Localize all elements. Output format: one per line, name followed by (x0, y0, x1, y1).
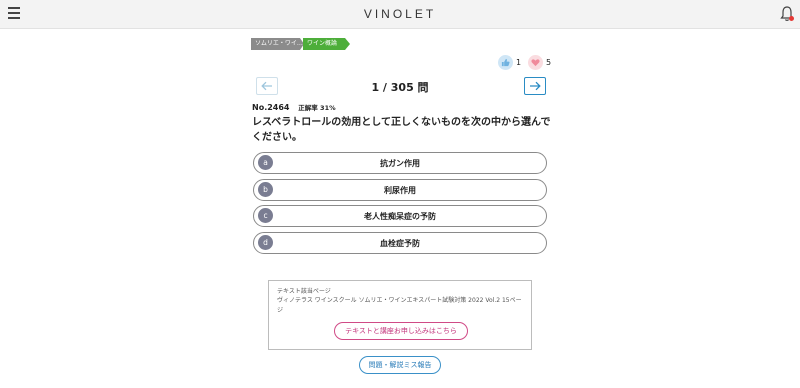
answer-option-a[interactable]: a 抗ガン作用 (253, 152, 547, 174)
question-meta: No.2464 正解率 31% (252, 102, 336, 112)
correct-rate: 正解率 31% (298, 104, 336, 112)
thumbs-up-icon[interactable] (498, 55, 513, 70)
option-text: 血栓症予防 (380, 239, 420, 248)
option-text: 老人性痴呆症の予防 (364, 212, 436, 221)
option-text: 利尿作用 (384, 186, 416, 195)
like-reaction[interactable]: 1 (498, 55, 521, 70)
question-counter: 1 / 305 問 (371, 81, 429, 94)
question-text: レスベラトロールの効用として正しくないものを次の中から選んでください。 (252, 117, 551, 143)
arrow-right-icon (530, 81, 541, 91)
app-header: VINOLET (0, 0, 800, 29)
heart-count: 5 (546, 58, 552, 67)
bell-icon[interactable] (779, 5, 795, 23)
textbook-info-box: テキスト該当ページ ヴィノテラス ワインスクール ソムリエ・ワインエキスパート試… (268, 280, 532, 350)
question-number: No.2464 (252, 103, 290, 112)
heart-icon[interactable] (528, 55, 543, 70)
heart-reaction[interactable]: 5 (528, 55, 551, 70)
apply-course-button[interactable]: テキストと講座お申し込みはこちら (334, 322, 468, 340)
answer-option-d[interactable]: d 血栓症予防 (253, 232, 547, 254)
breadcrumb-item[interactable]: ソムリエ・ワイ… (251, 38, 303, 50)
option-text: 抗ガン作用 (380, 159, 420, 168)
textbook-reference: ヴィノテラス ワインスクール ソムリエ・ワインエキスパート試験対策 2022 V… (277, 297, 522, 314)
answer-option-b[interactable]: b 利尿作用 (253, 179, 547, 201)
report-error-button[interactable]: 問題・解説ミス報告 (359, 356, 441, 374)
app-logo[interactable]: VINOLET (0, 7, 800, 21)
textbook-page-label: テキスト該当ページ (277, 288, 331, 295)
answer-option-c[interactable]: c 老人性痴呆症の予防 (253, 205, 547, 227)
breadcrumb: ソムリエ・ワイ… ワイン概論 (251, 38, 351, 50)
breadcrumb-item-current[interactable]: ワイン概論 (303, 38, 351, 50)
like-count: 1 (516, 58, 522, 67)
next-question-button[interactable] (524, 77, 546, 95)
